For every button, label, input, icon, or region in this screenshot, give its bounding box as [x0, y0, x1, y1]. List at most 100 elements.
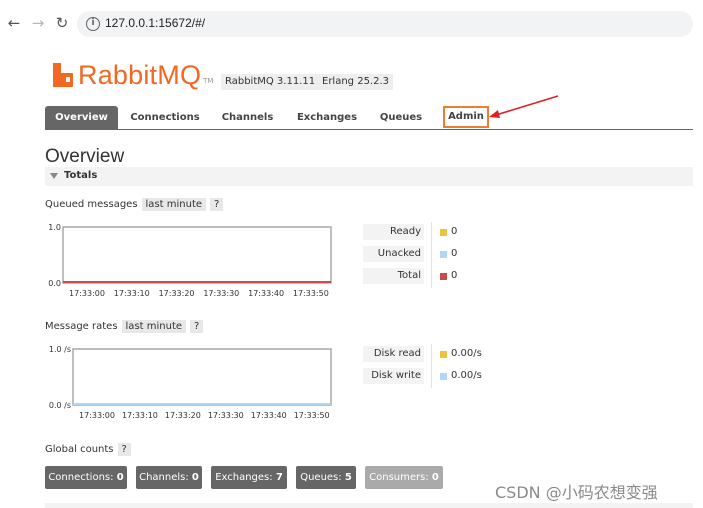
count-value: 7 — [275, 472, 283, 483]
totals-section-header[interactable]: Totals — [45, 167, 693, 186]
legend-row-disk-write: Disk write 0.00/s — [363, 366, 513, 388]
global-counts-heading: Global counts ? — [45, 443, 131, 456]
x-tick-label: 17:33:40 — [251, 411, 287, 420]
legend-swatch — [440, 373, 447, 380]
legend-separator — [431, 366, 432, 388]
count-value: 0 — [116, 472, 124, 483]
count-label: Channels: — [139, 472, 189, 483]
tab-channels[interactable]: Channels — [215, 106, 280, 129]
rabbit-logo-icon — [53, 63, 75, 87]
queued-legend: Ready 0 Unacked 0 Total 0 — [363, 222, 513, 288]
tab-connections[interactable]: Connections — [125, 106, 205, 129]
legend-row-ready: Ready 0 — [363, 222, 513, 244]
legend-separator — [431, 222, 432, 244]
y-tick-label: 0.0 /s — [49, 401, 71, 410]
x-tick-label: 17:33:50 — [294, 411, 330, 420]
count-value: 5 — [344, 472, 352, 483]
legend-name: Ready — [363, 224, 424, 240]
count-label: Consumers: — [369, 472, 429, 483]
arrow-right-icon[interactable]: → — [29, 14, 47, 32]
legend-name: Total — [363, 268, 424, 284]
x-tick-label: 17:33:50 — [293, 289, 329, 298]
legend-name: Disk write — [363, 368, 424, 384]
legend-row-total: Total 0 — [363, 266, 513, 288]
tab-exchanges[interactable]: Exchanges — [290, 106, 364, 129]
queued-messages-chart: 1.0 0.0 17:33:00 17:33:10 17:33:20 17:33:30 17… — [45, 222, 355, 300]
rabbitmq-version-badge: RabbitMQ 3.11.11 — [221, 74, 320, 90]
queued-range-option[interactable]: last minute — [141, 198, 207, 211]
legend-row-disk-read: Disk read 0.00/s — [363, 344, 513, 366]
page-title: Overview — [45, 146, 125, 167]
totals-label: Totals — [64, 170, 98, 181]
legend-value: 0 — [451, 270, 458, 281]
global-help-button[interactable]: ? — [117, 443, 131, 456]
legend-row-unacked: Unacked 0 — [363, 244, 513, 266]
connections-count-button[interactable]: Connections: 0 — [45, 466, 127, 489]
x-tick-label: 17:33:00 — [69, 289, 105, 298]
count-label: Connections: — [48, 472, 114, 483]
exchanges-count-button[interactable]: Exchanges: 7 — [211, 466, 287, 489]
csdn-watermark: CSDN @小码农想变强 — [495, 483, 658, 502]
rates-legend: Disk read 0.00/s Disk write 0.00/s — [363, 344, 513, 388]
rates-range-option[interactable]: last minute — [121, 320, 187, 333]
x-tick-label: 17:33:10 — [114, 289, 150, 298]
x-tick-label: 17:33:00 — [79, 411, 115, 420]
legend-swatch — [440, 229, 447, 236]
logo-trademark: TM — [203, 77, 214, 85]
consumers-count-button[interactable]: Consumers: 0 — [365, 466, 443, 489]
rabbitmq-logo[interactable]: RabbitMQ TM — [53, 60, 213, 90]
legend-value: 0 — [451, 226, 458, 237]
message-rates-label: Message rates — [45, 321, 118, 332]
legend-separator — [431, 244, 432, 266]
legend-swatch — [440, 351, 447, 358]
annotation-arrow — [489, 95, 559, 118]
message-rates-chart: 1.0 /s 0.0 /s 17:33:00 17:33:10 17:33:20 17:3… — [45, 344, 355, 422]
info-icon[interactable]: i — [86, 17, 100, 31]
channels-count-button[interactable]: Channels: 0 — [136, 466, 202, 489]
x-tick-label: 17:33:40 — [248, 289, 284, 298]
reload-icon[interactable]: ↻ — [53, 14, 71, 32]
y-tick-label: 1.0 /s — [49, 345, 71, 354]
main-nav-tabs: Overview Connections Channels Exchanges … — [45, 106, 693, 130]
x-tick-label: 17:33:30 — [203, 289, 239, 298]
browser-toolbar: ← → ↻ i 127.0.0.1:15672/#/ — [0, 0, 703, 48]
arrow-left-icon[interactable]: ← — [5, 14, 23, 32]
global-counts-label: Global counts — [45, 444, 114, 455]
legend-swatch — [440, 251, 447, 258]
legend-name: Unacked — [363, 246, 424, 262]
x-tick-label: 17:33:20 — [159, 289, 195, 298]
legend-separator — [431, 266, 432, 288]
count-value: 0 — [191, 472, 199, 483]
queued-help-button[interactable]: ? — [210, 198, 224, 211]
collapse-triangle-icon — [50, 173, 58, 179]
legend-value: 0.00/s — [451, 348, 482, 359]
tab-admin[interactable]: Admin — [443, 106, 489, 128]
address-bar[interactable]: i 127.0.0.1:15672/#/ — [77, 11, 693, 37]
logo-text: RabbitMQ — [78, 60, 202, 90]
tab-overview[interactable]: Overview — [45, 106, 118, 130]
plot-frame — [72, 348, 332, 406]
y-tick-label: 1.0 — [48, 223, 61, 232]
url-text[interactable]: 127.0.0.1:15672/#/ — [105, 16, 205, 30]
legend-value: 0.00/s — [451, 370, 482, 381]
count-label: Exchanges: — [215, 472, 273, 483]
legend-swatch — [440, 273, 447, 280]
legend-name: Disk read — [363, 346, 424, 362]
x-tick-label: 17:33:20 — [165, 411, 201, 420]
count-value: 0 — [431, 472, 439, 483]
queues-count-button[interactable]: Queues: 5 — [296, 466, 356, 489]
rates-help-button[interactable]: ? — [190, 320, 204, 333]
legend-separator — [431, 344, 432, 366]
next-section-strip — [45, 503, 693, 508]
plot-frame — [62, 226, 332, 284]
message-rates-heading: Message rates last minute ? — [45, 320, 204, 333]
count-label: Queues: — [300, 472, 342, 483]
y-tick-label: 0.0 — [48, 279, 61, 288]
legend-value: 0 — [451, 248, 458, 259]
queued-messages-label: Queued messages — [45, 199, 138, 210]
tab-queues[interactable]: Queues — [373, 106, 429, 129]
erlang-version-badge: Erlang 25.2.3 — [318, 74, 394, 90]
x-tick-label: 17:33:30 — [208, 411, 244, 420]
x-tick-label: 17:33:10 — [122, 411, 158, 420]
queued-messages-heading: Queued messages last minute ? — [45, 198, 224, 211]
